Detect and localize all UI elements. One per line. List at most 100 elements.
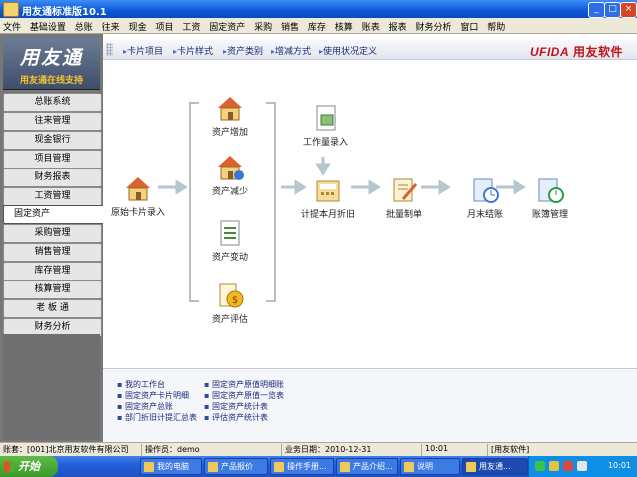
flow-label: 工作量录入	[303, 138, 349, 148]
flow-label: 计提本月折旧	[301, 210, 356, 220]
house-remove-icon	[218, 156, 244, 180]
maximize-button[interactable]: □	[604, 2, 621, 18]
status-time: 10:01	[422, 444, 488, 456]
quick-link[interactable]: 固定资产总账	[117, 401, 173, 412]
flow-node-asset-reduce[interactable]: 资产减少	[212, 152, 248, 197]
quick-link[interactable]: 固定资产原值明细账	[204, 379, 284, 390]
sidebar-item-projects[interactable]: 项目管理	[3, 150, 102, 169]
flow-node-asset-add[interactable]: 资产增加	[212, 93, 248, 138]
sidebar-item-boss[interactable]: 老 板 通	[3, 299, 102, 318]
flow-node-asset-evaluate[interactable]: $ 资产评估	[212, 280, 248, 325]
flow-node-ledger[interactable]: 账簿管理	[532, 175, 568, 220]
brand-en: UFIDA	[529, 45, 570, 59]
document-icon	[404, 462, 414, 472]
menu-item[interactable]: 帮助	[484, 18, 508, 33]
menu-item[interactable]: 账表	[359, 18, 383, 33]
flow-label: 月末结账	[467, 210, 504, 220]
taskbar-clock[interactable]: 10:01	[608, 461, 631, 470]
window-title: 用友通标准版10.1	[22, 7, 107, 18]
sidebar-item-inventory[interactable]: 库存管理	[3, 262, 102, 281]
house-add-icon	[218, 97, 242, 121]
sidebar-logo: 用友通 用友通在线支持	[3, 37, 100, 90]
menu-item[interactable]: 工资	[179, 18, 203, 33]
taskbar-item[interactable]: 产品报价	[204, 458, 268, 475]
flow-node-asset-change[interactable]: 资产变动	[212, 218, 248, 263]
taskbar-item[interactable]: 说明	[400, 458, 460, 475]
online-support-link[interactable]: 用友通在线支持	[3, 73, 100, 86]
menu-item[interactable]: 窗口	[457, 18, 481, 33]
usage-status-button[interactable]: 使用状况定义	[319, 44, 377, 57]
flow-label: 资产增加	[212, 128, 249, 138]
menu-item[interactable]: 往来	[99, 18, 123, 33]
taskbar-item[interactable]: 我的电脑	[140, 458, 202, 475]
volume-icon[interactable]	[549, 461, 559, 471]
menu-item[interactable]: 库存	[305, 18, 329, 33]
security-icon[interactable]	[563, 461, 573, 471]
title-bar: 用友通标准版10.1 _ □ ×	[0, 0, 637, 18]
menu-item[interactable]: 固定资产	[206, 18, 248, 33]
quick-link[interactable]: 固定资产原值一览表	[204, 390, 284, 401]
sidebar-item-purchasing[interactable]: 采购管理	[3, 224, 102, 243]
svg-text:$: $	[232, 295, 238, 306]
flow-node-batch-voucher[interactable]: 批量制单	[386, 175, 422, 220]
quick-link[interactable]: 部门折旧计提汇总表	[117, 412, 197, 423]
sidebar-empty-area	[3, 334, 100, 440]
minimize-button[interactable]: _	[588, 2, 605, 18]
flow-label: 账簿管理	[532, 210, 569, 220]
flow-node-workload-entry[interactable]: 工作量录入	[303, 103, 348, 148]
folder-icon	[208, 462, 218, 472]
menu-item[interactable]: 总账	[72, 18, 96, 33]
flow-label: 资产评估	[212, 315, 249, 325]
menu-item[interactable]: 基础设置	[27, 18, 69, 33]
sidebar-item-sales[interactable]: 销售管理	[3, 243, 102, 262]
workflow-canvas: 原始卡片录入 资产增加 资产减少 资产变动 $ 资产评估 工作量录入 计提本月折…	[103, 61, 637, 367]
menu-item[interactable]: 核算	[332, 18, 356, 33]
menu-item[interactable]: 采购	[251, 18, 275, 33]
menu-bar: 文件 基础设置 总账 往来 现金 项目 工资 固定资产 采购 销售 库存 核算 …	[0, 18, 637, 34]
taskbar: 开始 我的电脑 产品报价 操作手册... 产品介绍... 说明 用友通... 1…	[0, 456, 637, 477]
menu-item[interactable]: 项目	[152, 18, 176, 33]
clock-document-icon	[473, 178, 499, 203]
taskbar-item[interactable]: 产品介绍...	[336, 458, 398, 475]
document-icon	[274, 462, 284, 472]
card-style-button[interactable]: 卡片样式	[173, 44, 213, 57]
sidebar-item-fixed-assets[interactable]: 固定资产	[3, 205, 112, 224]
sidebar-item-cash-bank[interactable]: 现金银行	[3, 131, 102, 150]
workload-document-icon	[316, 105, 335, 131]
start-button[interactable]: 开始	[0, 456, 58, 477]
input-method-icon[interactable]	[577, 461, 587, 471]
quick-link[interactable]: 固定资产统计表	[204, 401, 268, 412]
document-change-icon	[220, 220, 240, 246]
network-icon[interactable]	[535, 461, 545, 471]
menu-item[interactable]: 文件	[0, 18, 24, 33]
sidebar-item-general-ledger[interactable]: 总账系统	[3, 93, 102, 112]
quick-link[interactable]: 固定资产卡片明细	[117, 390, 189, 401]
flow-node-original-card[interactable]: 原始卡片录入	[111, 173, 165, 218]
sidebar-item-costing[interactable]: 核算管理	[3, 280, 102, 299]
app-icon	[466, 462, 476, 472]
card-items-button[interactable]: 卡片项目	[123, 44, 163, 57]
money-document-icon: $	[219, 283, 244, 308]
sidebar-item-receivables[interactable]: 往来管理	[3, 112, 102, 131]
asset-category-button[interactable]: 资产类别	[223, 44, 263, 57]
toolbar-grip[interactable]	[106, 43, 113, 56]
menu-item[interactable]: 销售	[278, 18, 302, 33]
change-method-button[interactable]: 增减方式	[271, 44, 311, 57]
menu-item[interactable]: 报表	[386, 18, 410, 33]
quick-link[interactable]: 我的工作台	[117, 379, 165, 390]
taskbar-item-active[interactable]: 用友通...	[462, 458, 528, 475]
status-date: 业务日期：2010-12-31	[282, 444, 422, 456]
calculator-icon	[316, 180, 340, 202]
flow-node-depreciation[interactable]: 计提本月折旧	[301, 175, 355, 220]
quick-link[interactable]: 评估资产统计表	[204, 412, 268, 423]
flow-node-month-close[interactable]: 月末结账	[467, 175, 503, 220]
taskbar-item[interactable]: 操作手册...	[270, 458, 334, 475]
sidebar-item-financial-reports[interactable]: 财务报表	[3, 168, 102, 187]
flow-label: 资产减少	[212, 187, 249, 197]
sidebar-item-payroll[interactable]: 工资管理	[3, 187, 102, 206]
menu-item[interactable]: 财务分析	[412, 18, 454, 33]
menu-item[interactable]: 现金	[126, 18, 150, 33]
module-toolbar: 卡片项目 卡片样式 资产类别 增减方式 使用状况定义 UFIDA 用友软件	[103, 40, 637, 60]
house-icon	[126, 177, 150, 201]
close-button[interactable]: ×	[620, 2, 637, 18]
